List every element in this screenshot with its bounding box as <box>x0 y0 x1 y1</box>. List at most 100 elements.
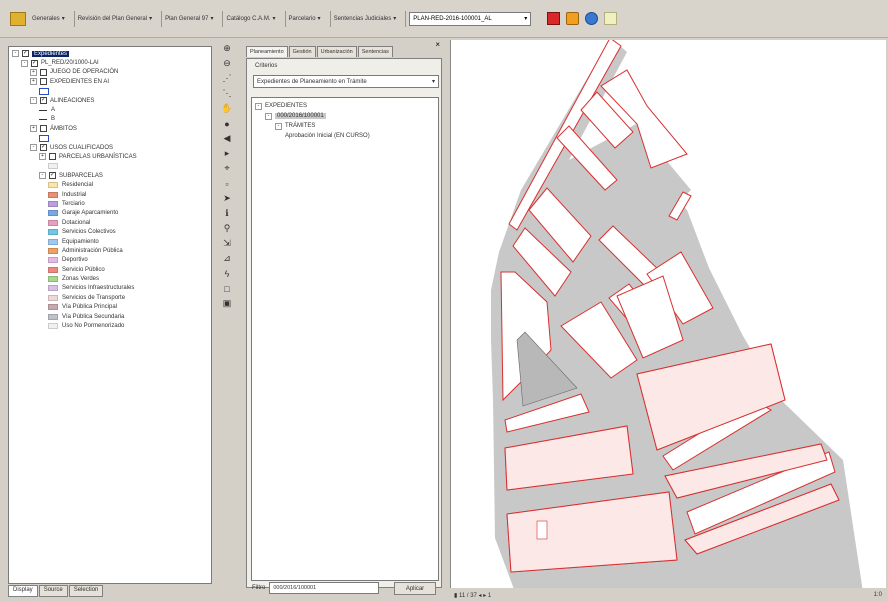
back-extent-icon[interactable]: ◀ <box>220 132 234 145</box>
legend-row[interactable]: Zonas Verdes <box>12 274 208 283</box>
legend-row[interactable]: Servicios Infraestructurales <box>12 284 208 293</box>
legend-row[interactable]: - ✓ ALINEACIONES <box>12 96 208 105</box>
layer-checkbox[interactable]: ✓ <box>49 172 56 180</box>
full-extent-icon[interactable]: ● <box>220 117 234 130</box>
expand-icon[interactable]: + <box>30 68 37 76</box>
criteria-select[interactable]: Expedientes de Planeamiento en Trámite ▾ <box>253 75 439 88</box>
toolbar-menu-4[interactable]: Parcelario ▾ <box>289 15 321 23</box>
collapse-icon[interactable]: - <box>255 102 262 110</box>
tab-urbanizacion[interactable]: Urbanización <box>316 46 357 57</box>
layer-checkbox[interactable] <box>49 153 56 161</box>
red-stop-icon[interactable] <box>547 12 561 25</box>
identify-icon[interactable]: ℹ <box>220 207 234 220</box>
legend-row[interactable]: B <box>12 115 208 124</box>
expediente-tree-row[interactable]: -000/2016/100001 <box>255 111 435 121</box>
legend-row[interactable] <box>12 162 208 171</box>
legend-row[interactable]: Vía Pública Secundaria <box>12 312 208 321</box>
close-icon[interactable]: × <box>435 40 440 49</box>
legend-row[interactable]: Deportivo <box>12 256 208 265</box>
layer-legend-panel[interactable]: - ✓ Expedientes - ✓ PL_RED/20/1000-LAI + JUEGO … <box>8 46 212 584</box>
legend-row[interactable]: A <box>12 105 208 114</box>
tab-source[interactable]: Source <box>38 585 68 597</box>
layer-checkbox[interactable] <box>40 78 47 86</box>
layer-checkbox[interactable]: ✓ <box>40 97 47 105</box>
legend-row[interactable]: Vía Pública Principal <box>12 303 208 312</box>
legend-row[interactable]: Terciario <box>12 199 208 208</box>
layer-checkbox[interactable] <box>40 125 47 133</box>
legend-row[interactable]: Uso No Pormenorizado <box>12 321 208 330</box>
legend-row[interactable]: - ✓ SUBPARCELAS <box>12 171 208 180</box>
legend-row[interactable]: Residencial <box>12 180 208 189</box>
legend-row[interactable]: - ✓ PL_RED/20/1000-LAI <box>12 58 208 67</box>
collapse-icon[interactable]: - <box>265 112 272 120</box>
legend-row[interactable]: + EXPEDIENTES EN AI <box>12 77 208 86</box>
tab-display[interactable]: Display <box>8 585 38 597</box>
legend-row[interactable]: Garaje Aparcamiento <box>12 209 208 218</box>
tab-planeamiento[interactable]: Planeamiento <box>246 46 288 57</box>
layer-checkbox[interactable]: ✓ <box>40 144 47 152</box>
expediente-tree-row[interactable]: Aprobación Inicial (EN CURSO) <box>255 131 435 141</box>
expediente-tree-row[interactable]: - TRÁMITES <box>255 121 435 131</box>
legend-row[interactable]: Servicio Público <box>12 265 208 274</box>
app-logo-icon[interactable] <box>10 11 26 26</box>
settings-icon[interactable] <box>604 12 618 25</box>
layer-checkbox[interactable]: ✓ <box>31 59 38 67</box>
collapse-icon[interactable]: - <box>12 50 19 58</box>
zoom-out-icon[interactable]: ⊖ <box>220 57 234 70</box>
expand-icon[interactable]: + <box>30 78 37 86</box>
map-canvas[interactable] <box>451 37 887 592</box>
legend-row[interactable]: - ✓ Expedientes <box>12 49 208 58</box>
layout-icon[interactable]: ▣ <box>220 297 234 310</box>
fixed-zoom-in-icon[interactable]: ⋰ <box>220 72 234 85</box>
legend-row[interactable]: + ÁMBITOS <box>12 124 208 133</box>
hyperlink-icon[interactable]: ϟ <box>220 267 234 280</box>
legend-row[interactable]: Equipamiento <box>12 237 208 246</box>
filter-input[interactable]: 000/2016/100001 <box>269 582 380 594</box>
expand-icon[interactable]: + <box>39 153 46 161</box>
collapse-icon[interactable]: - <box>39 172 46 180</box>
measure-icon[interactable]: ⊿ <box>220 252 234 265</box>
map-view[interactable] <box>450 37 887 592</box>
layer-checkbox[interactable] <box>40 68 47 76</box>
zoom-in-icon[interactable]: ⊕ <box>220 42 234 55</box>
globe-icon[interactable] <box>585 12 599 25</box>
page-navigator[interactable]: ▮ 11 / 37 ◂ ▸ 1 <box>454 592 491 599</box>
toolbar-menu-1[interactable]: Revisión del Plan General ▾ <box>78 15 152 23</box>
collapse-icon[interactable]: - <box>275 122 282 130</box>
html-popup-icon[interactable]: □ <box>220 282 234 295</box>
pan-icon[interactable]: ✋ <box>220 102 234 115</box>
tab-gestion[interactable]: Gestión <box>288 46 316 57</box>
clear-selection-icon[interactable]: ▫ <box>220 177 234 190</box>
legend-row[interactable]: Servicios de Transporte <box>12 293 208 302</box>
legend-row[interactable]: Administración Pública <box>12 246 208 255</box>
legend-row[interactable]: Industrial <box>12 190 208 199</box>
help-icon[interactable] <box>566 12 580 25</box>
collapse-icon[interactable]: - <box>21 59 28 67</box>
legend-row[interactable] <box>12 134 208 143</box>
legend-row[interactable]: Servicios Colectivos <box>12 227 208 236</box>
tab-sentencias[interactable]: Sentencias <box>357 46 393 57</box>
select-features-icon[interactable]: ⌖ <box>220 162 234 175</box>
find-icon[interactable]: ⚲ <box>220 222 234 235</box>
forward-extent-icon[interactable]: ▸ <box>220 147 234 160</box>
legend-row[interactable]: Dotacional <box>12 218 208 227</box>
collapse-icon[interactable]: - <box>30 97 37 105</box>
toolbar-menu-5[interactable]: Sentencias Judiciales ▾ <box>334 15 397 23</box>
document-combo[interactable]: PLAN-RED-2016-100001_AL ▾ <box>409 11 532 26</box>
tab-selection[interactable]: Selection <box>68 585 104 597</box>
collapse-icon[interactable]: - <box>30 144 37 152</box>
layer-checkbox[interactable]: ✓ <box>22 50 29 58</box>
toolbar-menu-3[interactable]: Catálogo C.A.M. ▾ <box>226 15 275 23</box>
legend-row[interactable]: + PARCELAS URBANÍSTICAS <box>12 152 208 161</box>
apply-button[interactable]: Aplicar <box>394 582 436 595</box>
expediente-tree-row[interactable]: - EXPEDIENTES <box>255 101 435 111</box>
toolbar-menu-0[interactable]: Generales ▾ <box>32 15 65 23</box>
expand-icon[interactable]: + <box>30 125 37 133</box>
expedientes-tree[interactable]: - EXPEDIENTES -000/2016/100001- TRÁMITES Apr… <box>251 97 439 581</box>
legend-row[interactable]: + JUEGO DE OPERACIÓN <box>12 68 208 77</box>
legend-row[interactable] <box>12 87 208 96</box>
toolbar-menu-2[interactable]: Plan General 97 ▾ <box>165 15 213 23</box>
fixed-zoom-out-icon[interactable]: ⋱ <box>220 87 234 100</box>
legend-row[interactable]: - ✓ USOS CUALIFICADOS <box>12 143 208 152</box>
go-to-xy-icon[interactable]: ⇲ <box>220 237 234 250</box>
